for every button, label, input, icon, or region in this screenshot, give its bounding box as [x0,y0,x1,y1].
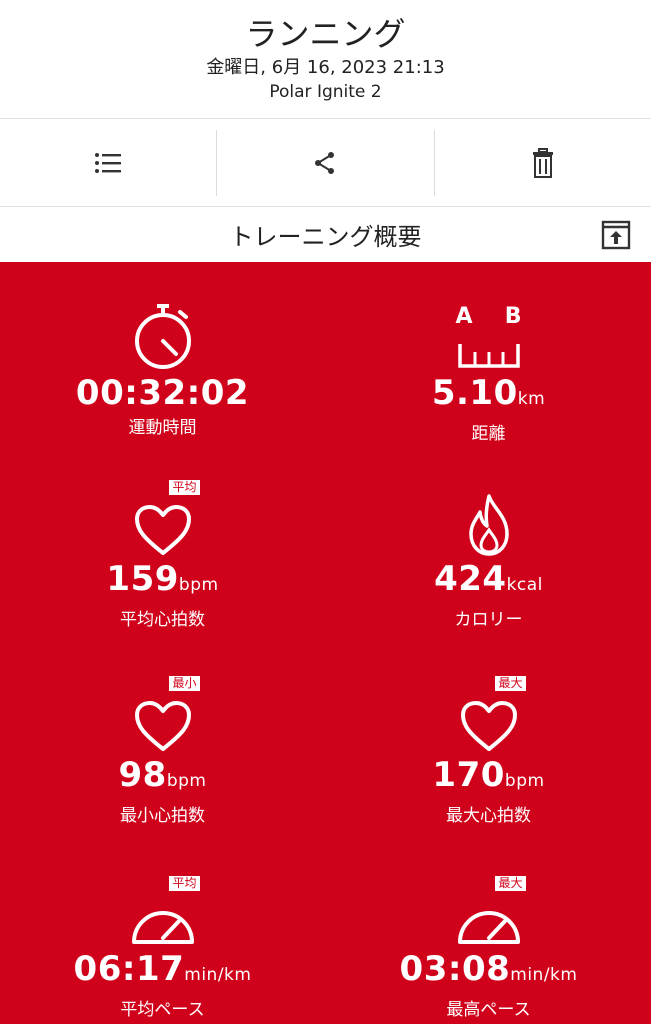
export-button[interactable] [601,220,631,250]
duration-label: 運動時間 [128,418,197,438]
calories-value: 424 [434,559,507,599]
distance-label: 距離 [471,424,506,444]
min-hr-unit: bpm [166,771,207,791]
stopwatch-icon [134,304,191,369]
toolbar [0,119,651,207]
stat-avg-pace: 平均 06:17min/km 平均ペース [0,864,325,1022]
max-hr-badge: 最大 [495,676,526,691]
max-pace-badge: 最大 [495,876,526,891]
avg-pace-badge: 平均 [169,876,200,891]
stats-grid: 00:32:02 運動時間 A B 5.10km 距離 平均 159bpm 平均… [0,262,651,1024]
heart-icon [134,505,191,555]
flame-icon [468,494,509,556]
avg-pace-value: 06:17 [73,949,185,989]
stat-min-hr: 最小 98bpm 最小心拍数 [0,670,325,828]
list-icon [95,152,122,173]
avg-hr-label: 平均心拍数 [120,610,205,630]
max-hr-value: 170 [432,755,505,795]
heart-icon [134,701,191,751]
duration-value: 00:32:02 [75,373,250,413]
share-button[interactable] [216,129,433,196]
export-icon [601,220,631,250]
max-pace-unit: min/km [510,965,578,985]
speedometer-icon [131,911,194,944]
header: ランニング 金曜日, 6月 16, 2023 21:13 Polar Ignit… [0,0,651,119]
avg-pace-label: 平均ペース [120,1000,205,1020]
avg-hr-badge: 平均 [169,480,200,495]
stat-calories: 424kcal カロリー [326,474,651,632]
stat-duration: 00:32:02 運動時間 [0,288,325,440]
distance-icon-label-b: B [504,304,522,329]
stat-distance: A B 5.10km 距離 [326,288,651,446]
avg-pace-unit: min/km [184,965,252,985]
list-button[interactable] [0,130,216,196]
stat-max-hr: 最大 170bpm 最大心拍数 [326,670,651,828]
distance-unit: km [517,389,546,409]
min-hr-label: 最小心拍数 [120,806,205,826]
calories-label: カロリー [454,610,523,630]
stat-avg-hr: 平均 159bpm 平均心拍数 [0,474,325,632]
page-title: ランニング [245,15,406,53]
max-pace-value: 03:08 [399,949,511,989]
calories-unit: kcal [506,575,543,595]
heart-icon [460,701,517,751]
speedometer-icon [457,911,520,944]
stat-max-pace: 最大 03:08min/km 最高ペース [326,864,651,1022]
section-title: トレーニング概要 [229,222,422,251]
share-icon [315,151,335,174]
min-hr-value: 98 [118,755,167,795]
distance-icon: A B [454,304,524,370]
avg-hr-unit: bpm [178,575,219,595]
ruler-icon [457,344,520,368]
max-hr-label: 最大心拍数 [446,806,531,826]
delete-button[interactable] [433,129,651,196]
distance-icon-label-a: A [455,304,473,329]
max-pace-label: 最高ペース [446,1000,531,1020]
max-hr-unit: bpm [504,771,545,791]
trash-icon [532,147,553,178]
device-name: Polar Ignite 2 [269,82,382,102]
distance-value: 5.10 [431,373,518,413]
session-date: 金曜日, 6月 16, 2023 21:13 [206,57,445,78]
training-summary-header: トレーニング概要 [0,207,651,261]
avg-hr-value: 159 [106,559,179,599]
min-hr-badge: 最小 [169,676,200,691]
